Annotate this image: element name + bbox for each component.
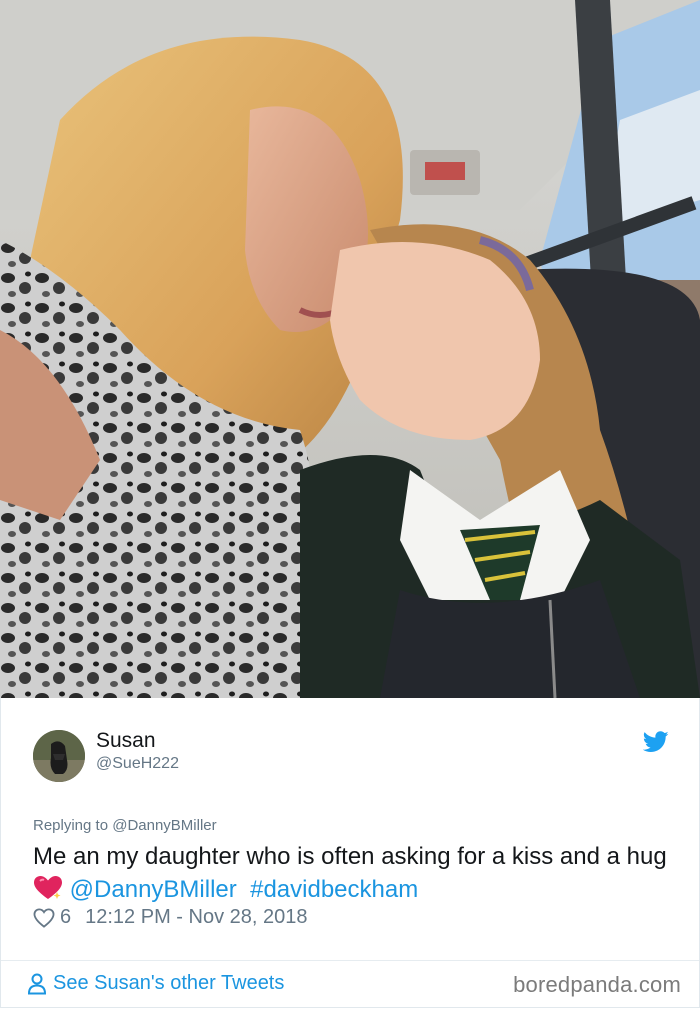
avatar[interactable] [33, 730, 85, 782]
see-other-tweets-label: See Susan's other Tweets [53, 972, 285, 994]
see-other-tweets-link[interactable]: See Susan's other Tweets [27, 972, 284, 995]
timestamp[interactable]: 12:12 PM - Nov 28, 2018 [85, 906, 307, 929]
replying-mention-link[interactable]: @DannyBMiller [112, 817, 216, 834]
hashtag-link[interactable]: #davidbeckham [250, 876, 418, 903]
tweet-body: Me an my daughter who is often asking fo… [33, 843, 667, 870]
like-count[interactable]: 6 [60, 906, 71, 929]
mention-link[interactable]: @DannyBMiller [70, 876, 237, 903]
replying-to: Replying to @DannyBMiller [33, 817, 217, 834]
tweet-text: Me an my daughter who is often asking fo… [33, 840, 673, 906]
author-handle[interactable]: @SueH222 [96, 755, 179, 773]
like-heart-icon[interactable] [33, 907, 55, 928]
tweet-card: Susan @SueH222 Replying to @DannyBMiller… [0, 698, 700, 1008]
sparkling-heart-emoji [34, 876, 62, 899]
replying-prefix: Replying to [33, 817, 109, 834]
tweet-photo[interactable] [0, 0, 700, 698]
person-icon [27, 973, 47, 994]
twitter-bird-icon[interactable] [643, 731, 669, 753]
watermark: boredpanda.com [513, 972, 681, 997]
tweet-meta: 6 12:12 PM - Nov 28, 2018 [33, 906, 307, 929]
author-name[interactable]: Susan [96, 729, 156, 753]
divider [1, 960, 699, 961]
